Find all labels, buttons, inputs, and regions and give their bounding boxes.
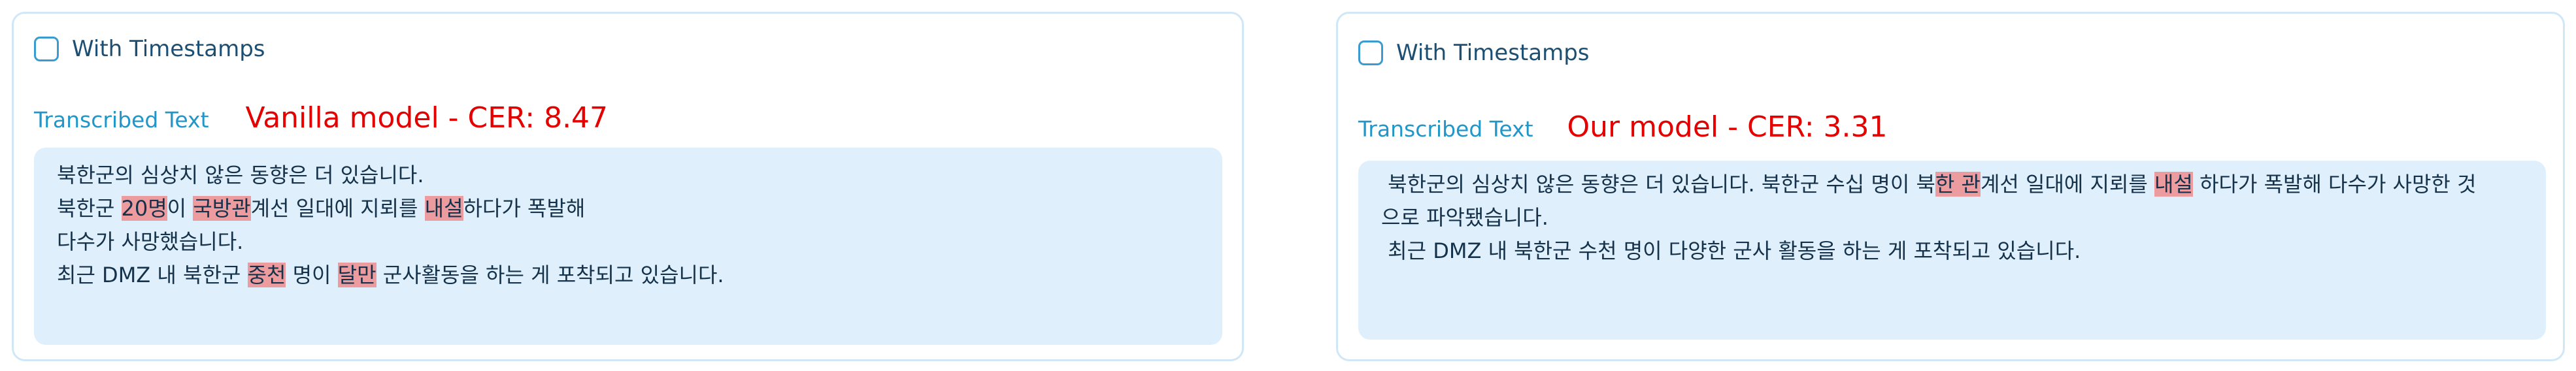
transcript-segment: 북한군: [57, 196, 122, 221]
error-highlight: 달만: [337, 263, 376, 287]
transcript-line: 최근 DMZ 내 북한군 중천 명이 달만 군사활동을 하는 게 포착되고 있습…: [57, 259, 1199, 292]
transcription-header: Transcribed Text Vanilla model - CER: 8.…: [34, 101, 608, 135]
timestamps-checkbox[interactable]: [34, 37, 59, 61]
transcript-line: 으로 파악됐습니다.: [1381, 201, 2523, 234]
timestamps-checkbox-label[interactable]: With Timestamps: [1396, 40, 1590, 66]
transcript-segment: 하다가 폭발해 다수가 사망한 것: [2192, 172, 2477, 197]
transcript-line: 북한군 20명이 국방관계선 일대에 지뢰를 내설하다가 폭발해: [57, 192, 1199, 225]
transcript-segment: 계선 일대에 지뢰를: [1980, 172, 2155, 197]
error-highlight: 중천: [247, 263, 286, 287]
transcript-segment: 북한군의 심상치 않은 동향은 더 있습니다. 북한군 수십 명이 북: [1381, 172, 1935, 197]
model-cer-label: Vanilla model - CER: 8.47: [245, 101, 609, 135]
transcript-line: 북한군의 심상치 않은 동향은 더 있습니다.: [57, 159, 1199, 192]
transcript-segment: 최근 DMZ 내 북한군 수천 명이 다양한 군사 활동을 하는 게 포착되고 …: [1381, 238, 2081, 263]
transcript-segment: 다수가 사망했습니다.: [57, 229, 244, 254]
timestamps-option[interactable]: With Timestamps: [1358, 40, 1590, 66]
transcript-segment: 이: [167, 196, 193, 221]
transcript-segment: 최근 DMZ 내 북한군: [57, 263, 248, 287]
error-highlight: 내설: [424, 196, 463, 221]
timestamps-checkbox-label[interactable]: With Timestamps: [72, 36, 265, 62]
timestamps-checkbox[interactable]: [1358, 40, 1383, 65]
transcript-segment: 계선 일대에 지뢰를: [250, 196, 425, 221]
transcribed-text-label: Transcribed Text: [1358, 116, 1533, 142]
transcript-segment: 명이: [286, 263, 338, 287]
transcript-segment: 군사활동을 하는 게 포착되고 있습니다.: [376, 263, 724, 287]
transcript-segment: 으로 파악됐습니다.: [1381, 205, 1548, 230]
transcribed-text-box[interactable]: 북한군의 심상치 않은 동향은 더 있습니다. 북한군 수십 명이 북한 관계선…: [1358, 161, 2546, 340]
error-highlight: 내설: [2154, 172, 2193, 197]
transcript-line: 최근 DMZ 내 북한군 수천 명이 다양한 군사 활동을 하는 게 포착되고 …: [1381, 234, 2523, 268]
transcript-segment: 북한군의 심상치 않은 동향은 더 있습니다.: [57, 163, 424, 187]
error-highlight: 한 관: [1935, 172, 1981, 197]
transcription-panel-vanilla: With Timestamps Transcribed Text Vanilla…: [12, 12, 1244, 361]
transcript-line: 다수가 사망했습니다.: [57, 225, 1199, 259]
transcribed-text-label: Transcribed Text: [34, 107, 209, 133]
error-highlight: 국방관: [193, 196, 251, 221]
timestamps-option[interactable]: With Timestamps: [34, 36, 265, 62]
transcribed-text-box[interactable]: 북한군의 심상치 않은 동향은 더 있습니다. 북한군 20명이 국방관계선 일대…: [34, 148, 1222, 345]
transcript-line: 북한군의 심상치 않은 동향은 더 있습니다. 북한군 수십 명이 북한 관계선…: [1381, 168, 2523, 201]
transcript-segment: 하다가 폭발해: [463, 196, 586, 221]
transcription-header: Transcribed Text Our model - CER: 3.31: [1358, 110, 1888, 144]
model-cer-label: Our model - CER: 3.31: [1567, 110, 1888, 144]
transcription-panel-ours: With Timestamps Transcribed Text Our mod…: [1336, 12, 2565, 361]
error-highlight: 20명: [121, 196, 167, 221]
